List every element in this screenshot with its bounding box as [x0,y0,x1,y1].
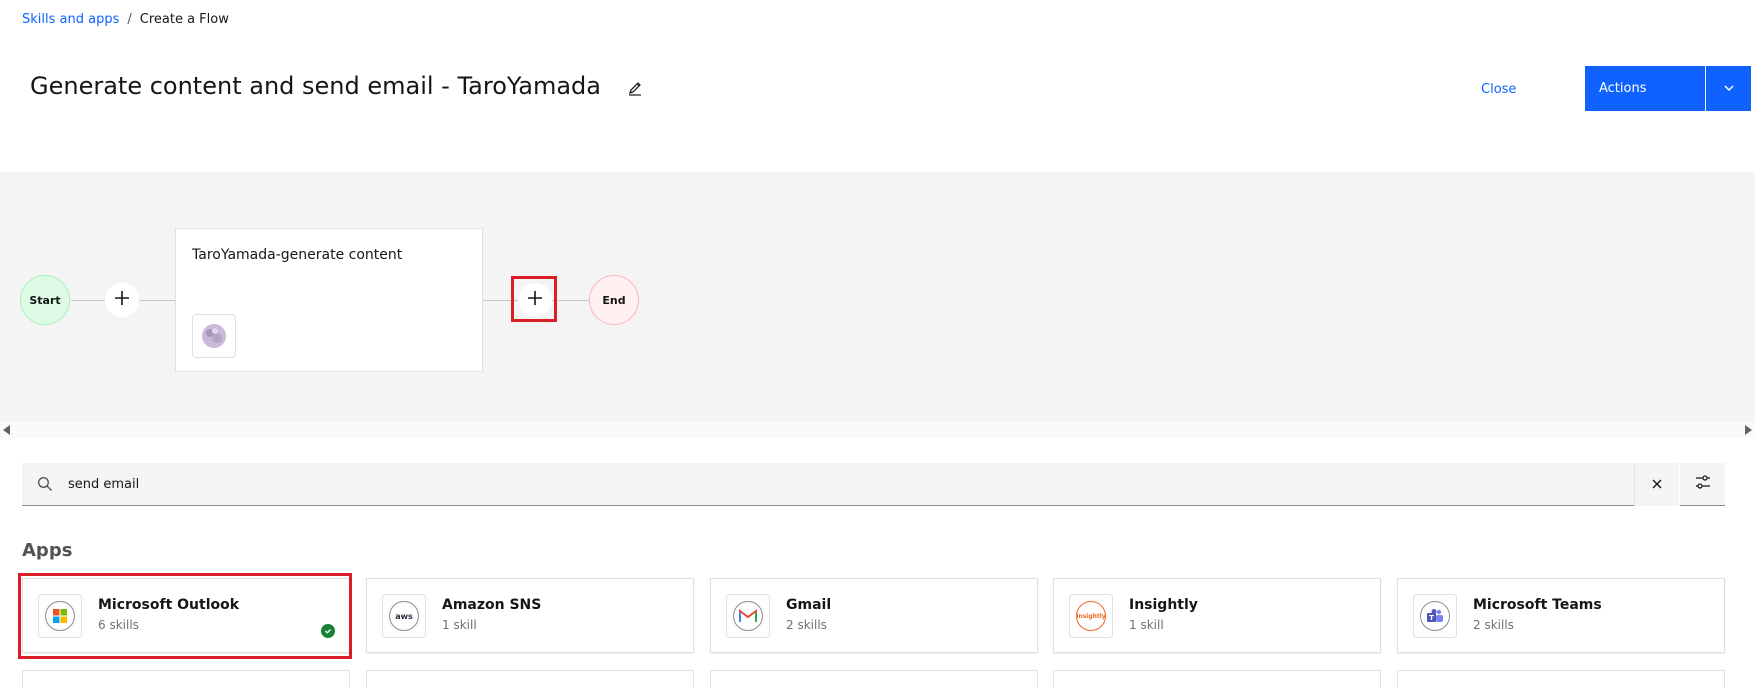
app-name: Microsoft Teams [1473,597,1602,613]
microsoft-teams-icon: T [1420,601,1450,631]
flow-connector [552,300,589,301]
app-icon-container: insightly [1069,594,1113,638]
clear-search-button[interactable] [1634,463,1679,506]
app-card-gmail[interactable]: Gmail 2 skills [710,578,1038,653]
search-bar [22,463,1679,506]
close-icon [1651,476,1663,494]
app-name: Amazon SNS [442,597,542,613]
apps-heading: Apps [22,540,73,561]
app-skill-count: 2 skills [786,618,827,632]
app-name: Gmail [786,597,832,613]
scroll-right-icon[interactable] [1745,425,1752,435]
breadcrumb: Skills and apps / Create a Flow [22,12,229,27]
flow-connector [139,300,175,301]
app-card[interactable] [22,670,350,688]
close-link[interactable]: Close [1481,82,1516,97]
actions-dropdown-button[interactable] [1706,66,1751,111]
app-icon-container: T [1413,594,1457,638]
flow-end-label: End [602,293,626,307]
add-step-button[interactable] [105,283,139,317]
highlight-box [18,573,352,659]
flow-start-label: Start [29,293,61,307]
flow-step-card[interactable]: TaroYamada-generate content [175,228,483,372]
horizontal-scrollbar[interactable] [0,422,1755,438]
aws-logo-text: aws [395,611,413,621]
skill-icon [192,314,236,358]
highlight-box [511,276,557,322]
app-card[interactable] [1397,670,1725,688]
app-icon-container [726,594,770,638]
app-skill-count: 1 skill [442,618,477,632]
app-skill-count: 1 skill [1129,618,1164,632]
settings-adjust-icon [1695,474,1711,494]
page-title: Generate content and send email - TaroYa… [30,72,601,100]
flow-step-title: TaroYamada-generate content [192,247,403,263]
flow-canvas: Start TaroYamada-generate content End [0,172,1755,422]
amazon-sns-icon: aws [389,601,419,631]
breadcrumb-separator: / [127,12,132,27]
app-card-insightly[interactable]: insightly Insightly 1 skill [1053,578,1381,653]
chevron-down-icon [1723,79,1735,98]
app-icon-container: aws [382,594,426,638]
app-card-amazon-sns[interactable]: aws Amazon SNS 1 skill [366,578,694,653]
app-card[interactable] [1053,670,1381,688]
app-card[interactable] [366,670,694,688]
flow-start-node: Start [20,275,70,325]
flow-connector [71,300,105,301]
search-icon [37,476,53,492]
app-card[interactable] [710,670,1038,688]
actions-button-label: Actions [1599,81,1647,96]
search-input[interactable] [68,463,1648,505]
insightly-logo-text: insightly [1076,612,1106,620]
breadcrumb-link-skills-and-apps[interactable]: Skills and apps [22,12,119,27]
edit-pencil-icon[interactable] [627,80,643,96]
scroll-left-icon[interactable] [3,425,10,435]
filter-button[interactable] [1680,463,1725,506]
app-skill-count: 2 skills [1473,618,1514,632]
gmail-icon [733,601,763,631]
breadcrumb-current: Create a Flow [139,12,229,27]
svg-text:T: T [1429,614,1434,622]
app-card-microsoft-teams[interactable]: T Microsoft Teams 2 skills [1397,578,1725,653]
actions-button[interactable]: Actions [1585,66,1705,111]
app-name: Insightly [1129,597,1198,613]
flow-end-node: End [589,275,639,325]
insightly-icon: insightly [1076,601,1106,631]
plus-icon [114,290,130,310]
